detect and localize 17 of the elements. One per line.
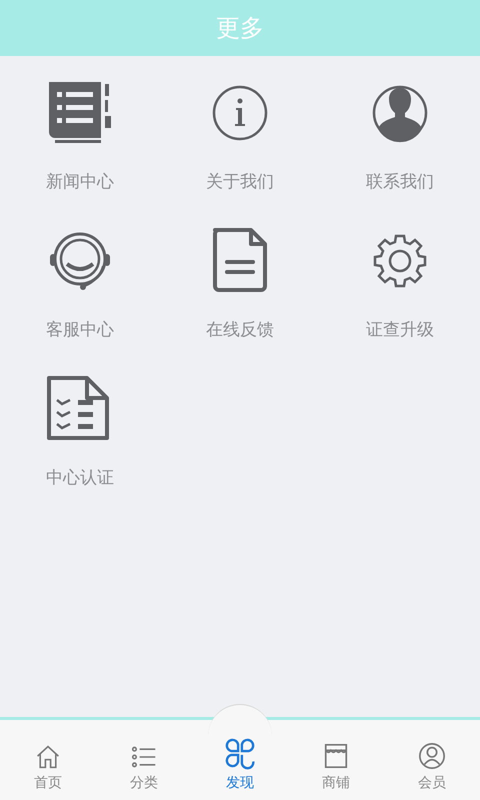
- menu-item[interactable]: 证查升级: [320, 226, 480, 374]
- page-title: 更多: [216, 13, 264, 44]
- tab[interactable]: 分类: [96, 720, 192, 800]
- tab[interactable]: 发现: [192, 720, 288, 800]
- tab[interactable]: 商铺: [288, 720, 384, 800]
- menu-item[interactable]: 中心认证: [0, 374, 160, 522]
- menu-item[interactable]: 关于我们: [160, 78, 320, 226]
- menu-item[interactable]: 联系我们: [320, 78, 480, 226]
- tab[interactable]: 会员: [384, 720, 480, 800]
- menu-item[interactable]: 客服中心: [0, 226, 160, 374]
- clover-icon: [223, 736, 257, 770]
- home-icon: [35, 744, 61, 770]
- shop-icon: [322, 742, 350, 770]
- tab[interactable]: 首页: [0, 720, 96, 800]
- menu-item[interactable]: 在线反馈: [160, 226, 320, 374]
- menu-item[interactable]: 新闻中心: [0, 78, 160, 226]
- member-icon: [418, 742, 446, 770]
